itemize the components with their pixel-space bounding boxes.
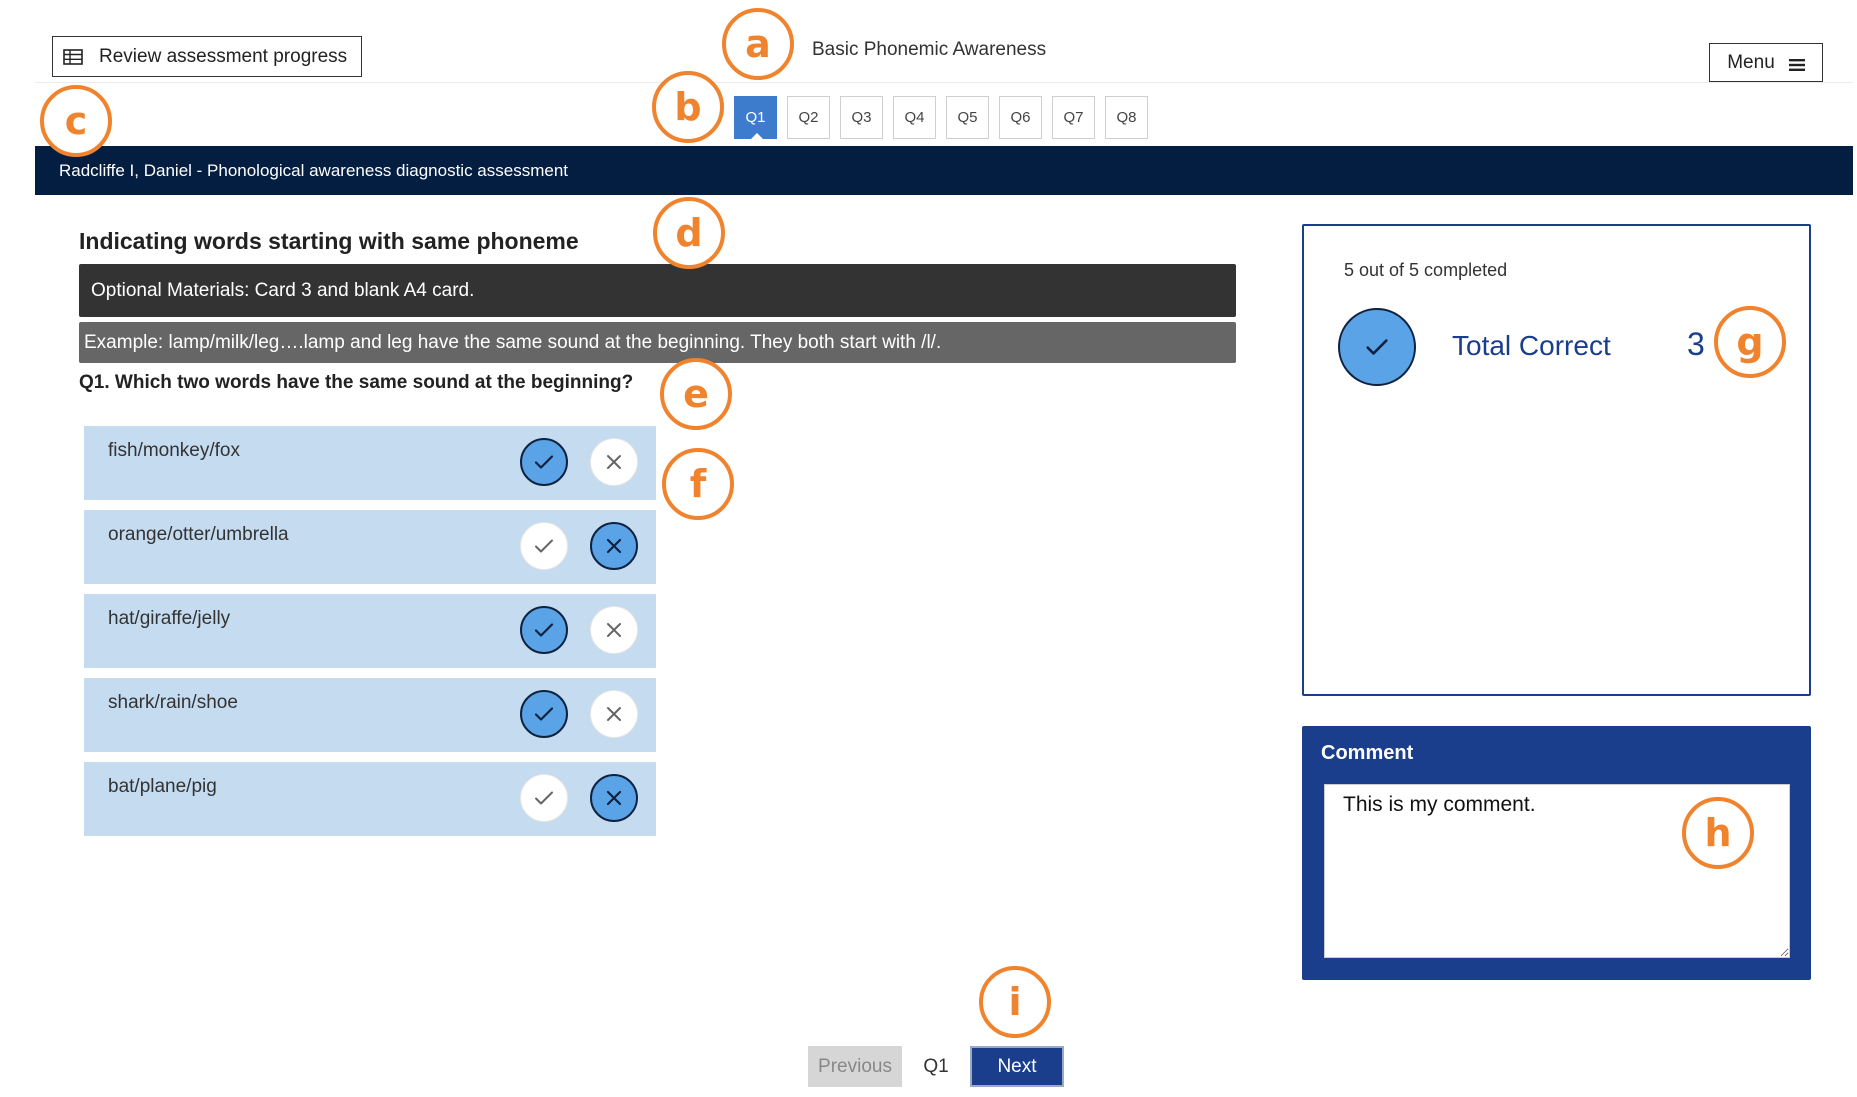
total-correct-check-icon — [1338, 308, 1416, 386]
check-icon — [534, 623, 554, 637]
review-assessment-progress-label: Review assessment progress — [99, 45, 348, 67]
next-button[interactable]: Next — [970, 1046, 1064, 1087]
check-icon — [534, 707, 554, 721]
hamburger-icon — [1788, 56, 1805, 71]
close-icon — [606, 538, 622, 554]
tab-q6[interactable]: Q6 — [999, 96, 1042, 139]
callout-i: i — [979, 966, 1051, 1038]
previous-button[interactable]: Previous — [808, 1046, 902, 1087]
close-icon — [607, 623, 621, 637]
tab-q1[interactable]: Q1 — [734, 96, 777, 139]
assessment-title: Basic Phonemic Awareness — [812, 39, 1047, 60]
callout-e: e — [660, 358, 732, 430]
mark-incorrect-button[interactable] — [590, 690, 638, 738]
close-icon — [607, 455, 621, 469]
optional-materials-banner: Optional Materials: Card 3 and blank A4 … — [79, 264, 1236, 317]
answer-item-label: bat/plane/pig — [108, 776, 217, 797]
tab-q3[interactable]: Q3 — [840, 96, 883, 139]
example-banner: Example: lamp/milk/leg….lamp and leg hav… — [79, 322, 1236, 363]
student-assessment-bar: Radcliffe I, Daniel - Phonological aware… — [35, 146, 1853, 195]
tab-q2[interactable]: Q2 — [787, 96, 830, 139]
total-correct-label: Total Correct — [1452, 330, 1611, 361]
mark-correct-button[interactable] — [520, 690, 568, 738]
review-assessment-progress-button[interactable]: Review assessment progress — [52, 36, 362, 77]
menu-label: Menu — [1727, 51, 1775, 73]
mark-correct-button[interactable] — [520, 774, 568, 822]
mark-incorrect-button[interactable] — [590, 522, 638, 570]
mark-correct-button[interactable] — [520, 438, 568, 486]
table-grid-icon — [63, 48, 83, 65]
pagination: Previous Q1 Next — [808, 1046, 1064, 1087]
tab-q8[interactable]: Q8 — [1105, 96, 1148, 139]
tab-q4[interactable]: Q4 — [893, 96, 936, 139]
close-icon — [606, 790, 622, 806]
answer-item: bat/plane/pig — [84, 762, 656, 836]
check-icon — [535, 539, 553, 553]
header-divider — [35, 82, 1853, 83]
mark-correct-button[interactable] — [520, 606, 568, 654]
check-icon — [535, 791, 553, 805]
callout-g: g — [1714, 306, 1786, 378]
close-icon — [607, 707, 621, 721]
mark-incorrect-button[interactable] — [590, 774, 638, 822]
question-heading: Indicating words starting with same phon… — [79, 228, 579, 254]
callout-c: c — [40, 85, 112, 157]
answer-item-label: orange/otter/umbrella — [108, 524, 289, 545]
answer-item: orange/otter/umbrella — [84, 510, 656, 584]
question-tabs: Q1 Q2 Q3 Q4 Q5 Q6 Q7 Q8 — [734, 96, 1158, 139]
mark-incorrect-button[interactable] — [590, 438, 638, 486]
callout-d: d — [653, 197, 725, 269]
callout-b: b — [652, 71, 724, 143]
score-summary-card: 5 out of 5 completed Total Correct 3 — [1302, 224, 1811, 696]
comment-title: Comment — [1321, 742, 1414, 764]
question-prompt: Q1. Which two words have the same sound … — [79, 372, 634, 393]
answer-item: fish/monkey/fox — [84, 426, 656, 500]
answer-item-label: shark/rain/shoe — [108, 692, 238, 713]
mark-correct-button[interactable] — [520, 522, 568, 570]
callout-f: f — [662, 448, 734, 520]
tab-q5[interactable]: Q5 — [946, 96, 989, 139]
menu-button[interactable]: Menu — [1709, 43, 1823, 82]
completed-count: 5 out of 5 completed — [1344, 260, 1508, 280]
current-question-indicator: Q1 — [923, 1055, 949, 1077]
answer-items-list: fish/monkey/fox orange/otter/umbrella ha… — [84, 426, 656, 846]
answer-item: shark/rain/shoe — [84, 678, 656, 752]
check-icon — [534, 455, 554, 469]
mark-incorrect-button[interactable] — [590, 606, 638, 654]
callout-h: h — [1682, 797, 1754, 869]
tab-q7[interactable]: Q7 — [1052, 96, 1095, 139]
answer-item-label: fish/monkey/fox — [108, 440, 240, 461]
answer-item: hat/giraffe/jelly — [84, 594, 656, 668]
callout-a: a — [722, 8, 794, 80]
answer-item-label: hat/giraffe/jelly — [108, 608, 231, 629]
total-correct-value: 3 — [1687, 326, 1705, 362]
